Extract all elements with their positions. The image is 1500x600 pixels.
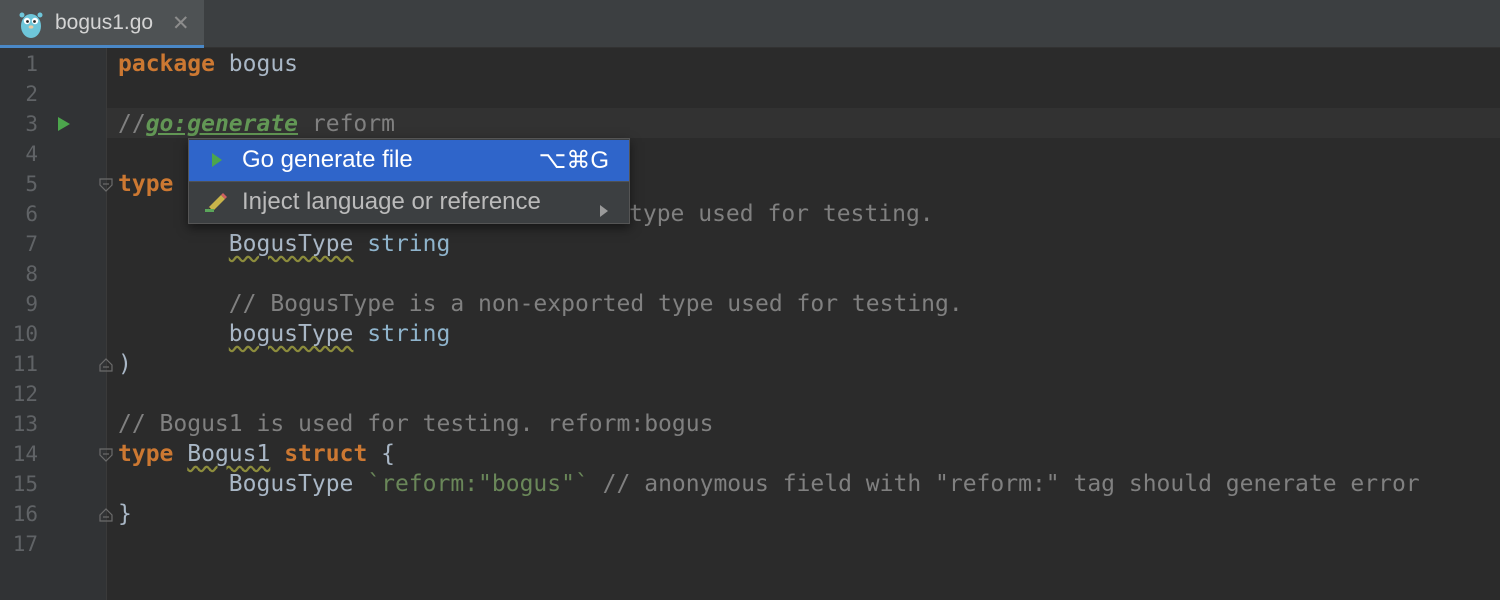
code-line: 17 [0,529,1500,559]
identifier: bogus [214,51,299,77]
code-text: //go:generate reform [118,109,395,139]
line-number: 6 [25,202,38,226]
comment: // BogusType is a non-exported type used… [228,291,963,317]
code-line: 2 [0,79,1500,109]
code-text: BogusType `reform:"bogus"` // anonymous … [118,469,1420,499]
fold-icon[interactable] [99,178,113,192]
menu-item-go-generate-file[interactable]: Go generate file ⌥⌘G [189,140,629,181]
editor-tab-bar: bogus1.go ✕ [0,0,1500,48]
code-line: 14 type Bogus1 struct { [0,439,1500,469]
code-line: 12 [0,379,1500,409]
line-number: 17 [12,532,38,556]
line-number: 16 [12,502,38,526]
code-line: 1 package bogus [0,49,1500,79]
code-line: 15 BogusType `reform:"bogus"` // anonymo… [0,469,1500,499]
code-text: ) [118,351,132,377]
code-line: 9 // BogusType is a non-exported type us… [0,289,1500,319]
tab-title: bogus1.go [55,11,154,34]
menu-item-label: Inject language or reference [242,188,541,215]
type-name: Bogus1 [187,441,271,467]
line-number: 9 [25,292,38,316]
line-number: 5 [25,172,38,196]
code-text: type [118,169,173,199]
comment: type used for testing. [629,201,934,227]
fold-end-icon[interactable] [99,508,113,522]
line-number: 15 [12,472,38,496]
run-icon[interactable] [57,116,71,132]
menu-item-inject-language[interactable]: Inject language or reference [189,182,629,223]
code-line: 11 ) [0,349,1500,379]
comment: // anonymous field with "reform:" tag sh… [588,471,1420,497]
code-editor[interactable]: 1 package bogus 2 3 //go:generate reform… [0,49,1500,559]
pencil-icon [205,193,227,212]
field-name: bogusType [228,321,354,347]
close-icon[interactable]: ✕ [172,11,190,36]
go-generate-directive[interactable]: go:generate [146,111,298,137]
line-number: 12 [12,382,38,406]
line-number: 2 [25,82,38,106]
fold-icon[interactable] [99,448,113,462]
keyword: package [118,51,215,77]
comment: // Bogus1 is used for testing. reform:bo… [118,411,714,437]
context-actions-popup: Go generate file ⌥⌘G Inject language or … [188,138,630,224]
comment: reform [298,111,395,137]
menu-item-label: Go generate file [242,146,413,173]
code-line: 3 //go:generate reform [0,109,1500,139]
keyword: type [118,171,174,197]
run-icon [212,153,222,167]
line-number: 1 [25,52,38,76]
field-name: BogusType [228,471,354,497]
code-text: package bogus [118,49,298,79]
struct-tag: `reform:"bogus"` [367,471,589,497]
brace: { [367,441,395,467]
line-number: 4 [25,142,38,166]
code-line: 13 // Bogus1 is used for testing. reform… [0,409,1500,439]
code-line: 16 } [0,499,1500,529]
line-number: 10 [12,322,38,346]
keyword: type [118,441,174,467]
line-number: 8 [25,262,38,286]
code-text: BogusType string [118,229,451,259]
type-name: string [353,231,451,257]
code-text: bogusType string [118,319,451,349]
code-text: type Bogus1 struct { [118,439,395,469]
comment: // [118,111,146,137]
code-text: } [118,501,132,527]
code-line: 8 [0,259,1500,289]
keyword: struct [284,441,368,467]
code-line: 10 bogusType string [0,319,1500,349]
line-number: 11 [12,352,38,376]
line-number: 7 [25,232,38,256]
code-text: // BogusType is a non-exported type used… [118,289,963,319]
gopher-icon [19,12,43,38]
menu-item-shortcut: ⌥⌘G [538,147,609,174]
tab-bogus1-go[interactable]: bogus1.go ✕ [0,0,204,48]
type-name: string [353,321,451,347]
submenu-arrow-icon [599,197,609,225]
line-number: 3 [25,112,38,136]
field-name: BogusType [228,231,354,257]
code-line: 7 BogusType string [0,229,1500,259]
fold-end-icon[interactable] [99,358,113,372]
line-number: 13 [12,412,38,436]
line-number: 14 [12,442,38,466]
